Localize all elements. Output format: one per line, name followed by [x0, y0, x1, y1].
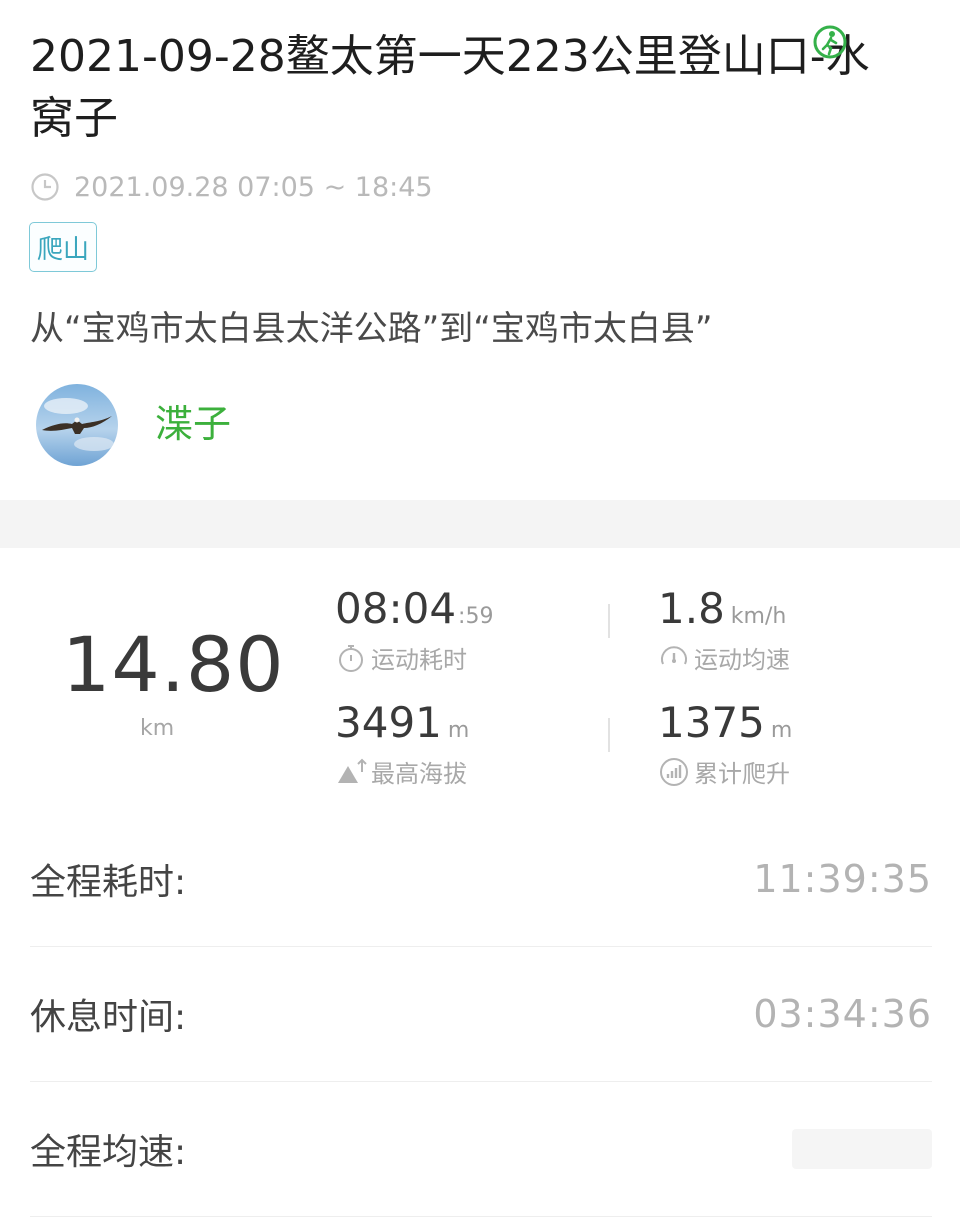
mountain-icon: [338, 758, 367, 783]
detail-row-avg-speed: 全程均速:: [30, 1082, 932, 1217]
stopwatch-icon: [339, 644, 363, 672]
total-climb-label: 累计爬升: [694, 760, 790, 788]
detail-label: 全程均速:: [30, 1132, 187, 1173]
stat-separator: [608, 718, 610, 752]
detail-value: 11:39:35: [753, 857, 932, 901]
avg-speed-value: 1.8: [658, 584, 725, 633]
max-altitude-unit: m: [447, 718, 470, 743]
moving-time-seconds: :59: [458, 604, 494, 629]
moving-time-value: 08:04: [335, 584, 457, 633]
detail-label: 全程耗时:: [30, 862, 187, 903]
clock-icon: [31, 173, 59, 201]
max-altitude-stat: 3491 m 最高海拔: [335, 698, 469, 789]
distance-unit: km: [140, 716, 175, 741]
speedometer-icon: [661, 645, 687, 664]
time-range: 2021.09.28 07:05 ~ 18:45: [74, 171, 433, 203]
total-climb-value: 1375: [658, 698, 765, 747]
stat-separator: [608, 604, 610, 638]
activity-tag[interactable]: 爬山: [29, 222, 97, 272]
avg-speed-unit: km/h: [730, 604, 787, 629]
avatar[interactable]: [36, 384, 118, 466]
time-range-row: 2021.09.28 07:05 ~ 18:45: [30, 170, 433, 204]
detail-label: 休息时间:: [30, 997, 187, 1038]
track-title: 2021-09-28鳌太第一天223公里登山口-水窝子: [30, 31, 870, 144]
detail-row-total-time: 全程耗时: 11:39:35: [30, 812, 932, 947]
detail-value-redacted: [792, 1129, 932, 1169]
hiker-badge-icon: [813, 25, 847, 59]
total-climb-stat: 1375 m 累计爬升: [658, 698, 792, 789]
detail-row-rest-time: 休息时间: 03:34:36: [30, 947, 932, 1082]
section-divider: [0, 500, 960, 548]
username[interactable]: 渫子: [155, 400, 231, 448]
max-altitude-value: 3491: [335, 698, 442, 747]
avg-speed-stat: 1.8 km/h 运动均速: [658, 584, 790, 675]
avg-speed-label: 运动均速: [694, 646, 790, 674]
route-text: 从“宝鸡市太白县太洋公路”到“宝鸡市太白县”: [30, 309, 713, 349]
detail-value: 03:34:36: [753, 992, 932, 1036]
max-altitude-label: 最高海拔: [371, 760, 467, 788]
distance-value: 14.80: [62, 620, 285, 709]
moving-time-stat: 08:04:59 运动耗时: [335, 584, 493, 675]
climb-chart-icon: [660, 757, 688, 786]
total-climb-unit: m: [770, 718, 793, 743]
moving-time-label: 运动耗时: [371, 646, 467, 674]
